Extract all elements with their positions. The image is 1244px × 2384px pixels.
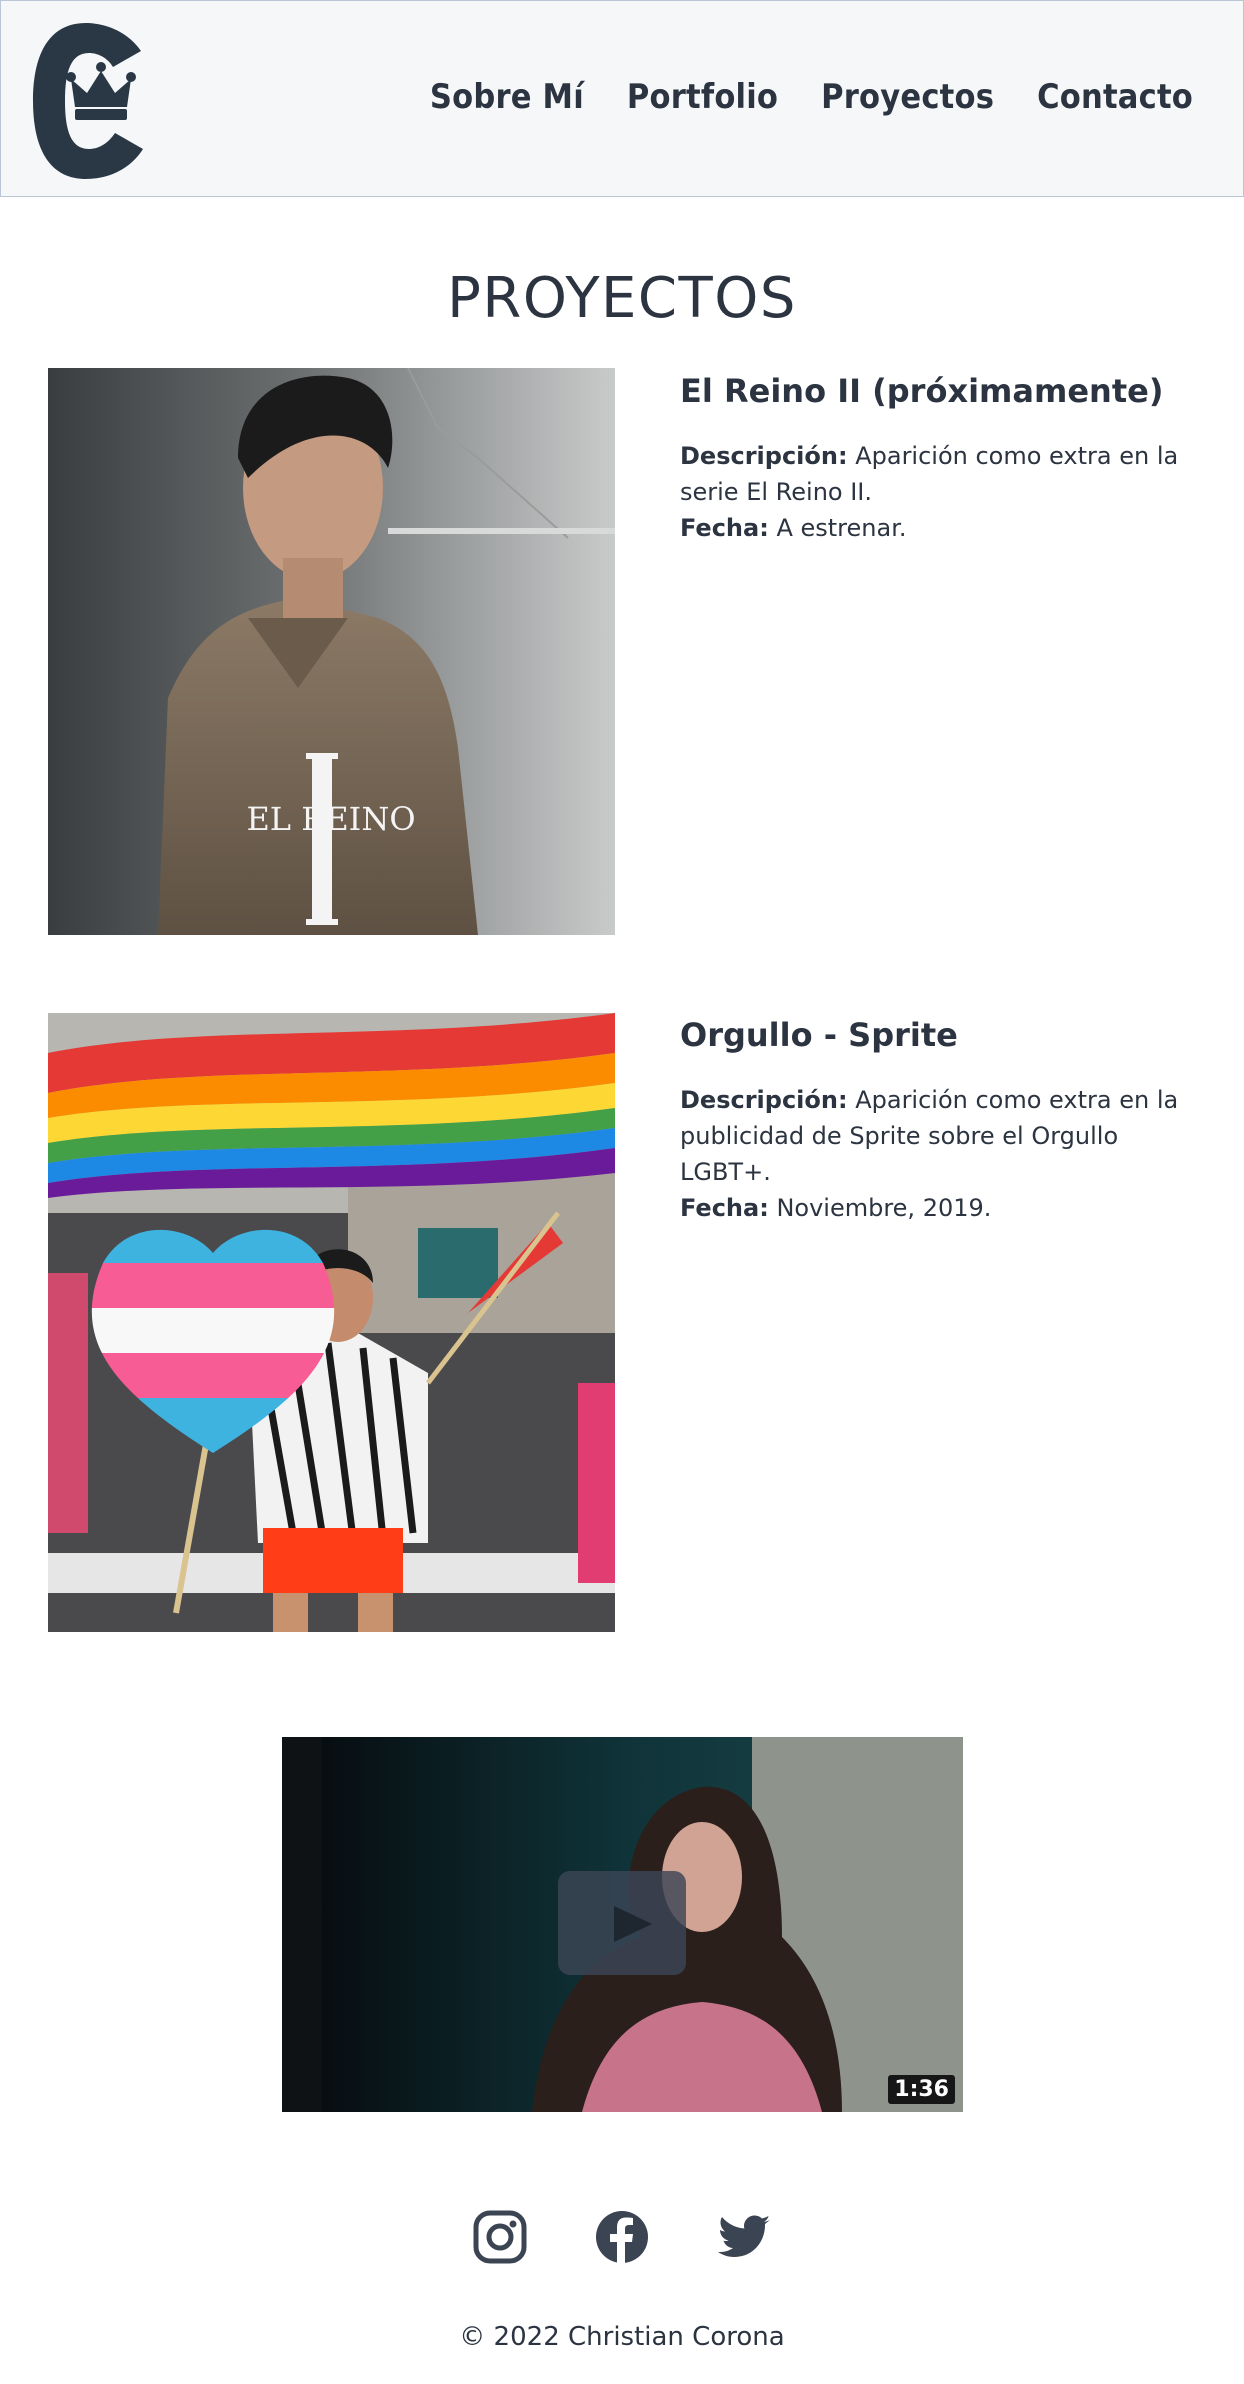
description-label: Descripción: (680, 1086, 848, 1114)
site-header: Sobre Mí Portfolio Proyectos Contacto (0, 0, 1244, 197)
instagram-icon (473, 2210, 527, 2264)
facebook-icon (596, 2211, 648, 2264)
nav-portfolio[interactable]: Portfolio (627, 77, 778, 117)
nav-contacto[interactable]: Contacto (1037, 77, 1193, 117)
twitter-link[interactable] (717, 2210, 771, 2264)
twitter-icon (718, 2215, 770, 2257)
play-button[interactable] (558, 1871, 686, 1975)
project-description: Descripción: Aparición como extra en la … (680, 438, 1200, 546)
play-icon (614, 1906, 652, 1942)
instagram-link[interactable] (473, 2210, 527, 2264)
el-reino-poster-text: EL REINO (246, 800, 415, 838)
video-player[interactable]: 1:36 (282, 1737, 963, 2112)
project-description: Descripción: Aparición como extra en la … (680, 1082, 1200, 1226)
nav-sobre-mi[interactable]: Sobre Mí (430, 77, 584, 117)
logo-crown-c-icon (33, 23, 143, 179)
video-duration: 1:36 (888, 2075, 955, 2104)
date-text: A estrenar. (768, 514, 907, 542)
project-title: El Reino II (próximamente) (680, 372, 1164, 410)
main-nav: Sobre Mí Portfolio Proyectos Contacto (430, 77, 1193, 117)
social-links (0, 2210, 1244, 2264)
project-orgullo-sprite: Orgullo - Sprite Descripción: Aparición … (680, 1016, 1200, 1226)
orgullo-photo-image (48, 1013, 615, 1632)
date-label: Fecha: (680, 514, 769, 542)
el-reino-poster-image: EL REINO (48, 368, 615, 935)
date-text: Noviembre, 2019. (768, 1194, 992, 1222)
description-label: Descripción: (680, 442, 848, 470)
copyright: © 2022 Christian Corona (459, 2322, 785, 2352)
logo[interactable] (31, 21, 151, 181)
facebook-link[interactable] (595, 2210, 649, 2264)
page-title: PROYECTOS (447, 265, 797, 331)
project-title: Orgullo - Sprite (680, 1016, 958, 1054)
nav-proyectos[interactable]: Proyectos (821, 77, 994, 117)
date-label: Fecha: (680, 1194, 769, 1222)
project-el-reino: El Reino II (próximamente) Descripción: … (680, 372, 1200, 546)
